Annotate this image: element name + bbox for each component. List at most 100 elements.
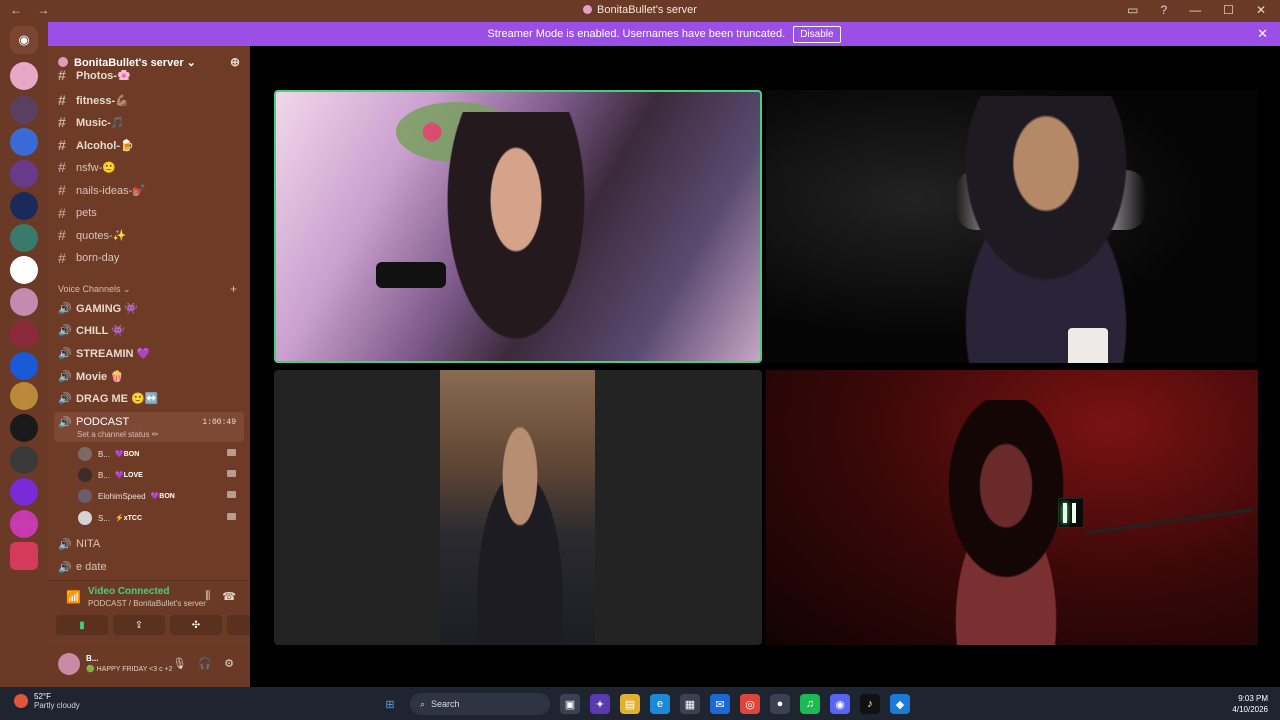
maximize-button[interactable]: ☐ [1223, 3, 1234, 17]
window-titlebar: ← → BonitaBullet's server ▭ ? — ☐ ✕ [0, 0, 1280, 22]
microphone-icon[interactable]: 🎙 [172, 657, 186, 670]
cup-prop [1068, 328, 1108, 363]
channel-alcohol[interactable]: # Alcohol-🍺 [58, 135, 242, 155]
voice-member[interactable]: S... ⚡xTCC [78, 509, 240, 527]
voice-member[interactable]: B... 💜LOVE [78, 466, 240, 484]
twitch-server-icon[interactable] [10, 256, 38, 284]
server-icon[interactable] [10, 320, 38, 348]
server-icon[interactable] [10, 160, 38, 188]
taskbar-apps: ⊞ ⌕ Search ▣ ✦ ▤ e ▦ ✉ ◎ ● ♫ ◉ ♪ ◆ [380, 693, 910, 715]
new-server-icon[interactable] [10, 542, 38, 570]
store-icon[interactable]: ▦ [680, 694, 700, 714]
user-status: 🟢 HAPPY FRIDAY <3 c +2 [86, 666, 173, 673]
minimize-button[interactable]: — [1189, 3, 1201, 17]
task-view-icon[interactable]: ▣ [560, 694, 580, 714]
voice-connection-panel: 📶 Video Connected PODCAST / BonitaBullet… [48, 580, 279, 640]
speaker-icon: 🔊 [58, 324, 72, 337]
voice-member[interactable]: ElohimSpeed 💜BON [78, 487, 240, 505]
tiktok-icon[interactable]: ♪ [860, 694, 880, 714]
video-tile[interactable] [766, 370, 1258, 645]
inbox-icon[interactable]: ▭ [1127, 3, 1138, 17]
edge-icon[interactable]: e [650, 694, 670, 714]
voice-category[interactable]: Voice Channels ⌄ + [58, 282, 237, 296]
speaker-icon: 🔊 [58, 561, 72, 574]
discord-icon[interactable]: ◉ [830, 694, 850, 714]
disable-button[interactable]: Disable [793, 25, 841, 43]
search-box[interactable]: ⌕ Search [410, 693, 550, 715]
camera-icon [227, 491, 236, 498]
voice-status-title[interactable]: Video Connected [88, 586, 170, 597]
screen-share-button[interactable]: ⇪ [113, 615, 165, 635]
time: 9:03 PM [1238, 694, 1268, 703]
close-window-button[interactable]: ✕ [1256, 3, 1266, 17]
server-icon[interactable] [10, 192, 38, 220]
signal-icon[interactable]: 📶 [66, 590, 81, 604]
video-tile[interactable] [274, 370, 762, 645]
voice-channel-chill[interactable]: 🔊 CHILL 👾 [58, 320, 242, 340]
spotify-icon[interactable]: ♫ [800, 694, 820, 714]
video-tile[interactable] [766, 90, 1258, 363]
system-clock[interactable]: 9:03 PM 4/10/2026 [1232, 693, 1268, 715]
channel-nsfw[interactable]: # nsfw-🙂 [58, 157, 242, 177]
help-icon[interactable]: ? [1160, 3, 1167, 17]
server-icon[interactable] [10, 352, 38, 380]
server-icon[interactable] [10, 446, 38, 474]
streamer-mode-banner: Streamer Mode is enabled. Usernames have… [48, 22, 1280, 46]
channel-fitness[interactable]: # fitness-💪🏽 [58, 90, 242, 110]
weather-widget[interactable]: 52°F Partly cloudy [14, 692, 80, 710]
voice-channel-e-date[interactable]: 🔊 e date [58, 557, 242, 577]
gear-icon[interactable]: ⚙ [224, 657, 234, 670]
disconnect-icon[interactable]: ☎ [222, 590, 236, 603]
username: B... [86, 654, 99, 663]
voice-channel-drag-me[interactable]: 🔊 DRAG ME 🙂↔️ [58, 388, 242, 408]
noise-suppression-icon[interactable]: ⫼ [205, 590, 210, 603]
add-channel-icon[interactable]: + [230, 282, 237, 296]
server-icon[interactable] [10, 128, 38, 156]
voice-channel-nita[interactable]: 🔊 NITA [58, 534, 242, 554]
voice-member[interactable]: B... 💜BON [78, 445, 240, 463]
channel-music[interactable]: # Music-🎵 [58, 112, 242, 132]
server-icon[interactable] [10, 96, 38, 124]
file-explorer-icon[interactable]: ▤ [620, 694, 640, 714]
hash-icon: # [58, 92, 66, 108]
server-icon[interactable] [10, 510, 38, 538]
app-icon[interactable]: ● [770, 694, 790, 714]
headphones-icon[interactable]: 🎧 [198, 657, 212, 670]
channel-photos[interactable]: # Photos-🌸 [58, 70, 242, 80]
channel-status[interactable]: Set a channel status ✏ [77, 430, 158, 439]
channel-nails-ideas[interactable]: # nails-ideas-💅🏽 [58, 180, 242, 200]
channel-pets[interactable]: # pets [58, 203, 242, 223]
server-icon[interactable] [10, 478, 38, 506]
voice-channel-podcast[interactable]: 🔊 PODCAST 1:00:49 Set a channel status ✏ [54, 412, 244, 442]
add-member-icon[interactable]: ⊕ [230, 55, 240, 69]
server-icon[interactable] [10, 288, 38, 316]
weather-condition: Partly cloudy [34, 701, 80, 710]
video-tile-speaking[interactable] [274, 90, 762, 363]
channel-born-day[interactable]: # born-day [58, 248, 242, 268]
app-icon[interactable]: ◆ [890, 694, 910, 714]
server-icon[interactable] [10, 414, 38, 442]
close-icon[interactable]: ✕ [1257, 26, 1268, 42]
avatar[interactable] [58, 653, 80, 675]
mail-icon[interactable]: ✉ [710, 694, 730, 714]
discord-home-icon[interactable]: ◉ [10, 26, 38, 54]
server-icon [583, 5, 593, 14]
copilot-icon[interactable]: ✦ [590, 694, 610, 714]
speaker-icon: 🔊 [58, 416, 72, 429]
camera-button[interactable]: ▮ [56, 615, 108, 635]
channel-quotes[interactable]: # quotes-✨ [58, 225, 242, 245]
window-title: BonitaBullet's server [0, 4, 1280, 16]
hash-icon: # [58, 137, 66, 153]
voice-channel-gaming[interactable]: 🔊 GAMING 👾 [58, 298, 242, 318]
server-icon[interactable] [10, 224, 38, 252]
voice-channel-movie[interactable]: 🔊 Movie 🍿 [58, 366, 242, 386]
voice-status-subtitle[interactable]: PODCAST / BonitaBullet's server [88, 599, 206, 608]
windows-start-icon[interactable]: ⊞ [380, 694, 400, 714]
chrome-icon[interactable]: ◎ [740, 694, 760, 714]
voice-channel-streamin[interactable]: 🔊 STREAMIN 💜 [58, 343, 242, 363]
activities-button[interactable]: ✣ [170, 615, 222, 635]
camera-icon [227, 449, 236, 456]
banner-text: Streamer Mode is enabled. Usernames have… [487, 28, 786, 40]
server-icon[interactable] [10, 382, 38, 410]
server-icon[interactable] [10, 62, 38, 90]
